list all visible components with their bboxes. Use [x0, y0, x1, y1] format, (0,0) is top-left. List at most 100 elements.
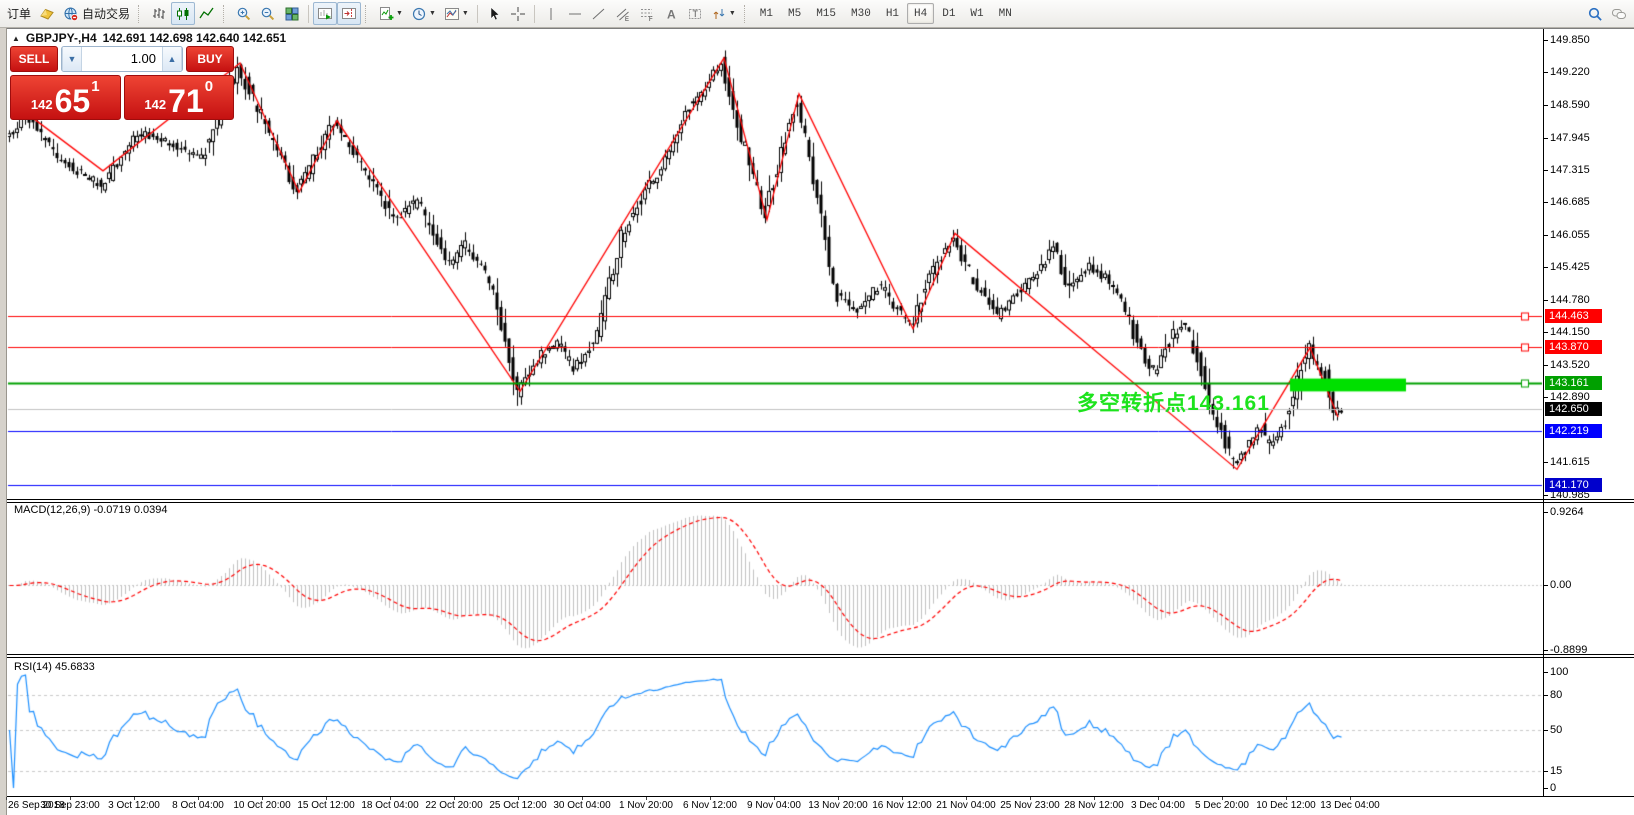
tab-timeframe-d1[interactable]: D1	[935, 3, 962, 24]
cursor-icon	[486, 6, 502, 22]
buy-price-point: 0	[205, 78, 213, 95]
time-tick-mark	[134, 797, 135, 800]
time-tick-mark	[326, 797, 327, 800]
zoom-in-button[interactable]	[232, 2, 256, 25]
candlestick-icon	[175, 6, 191, 22]
volume-control: ▼ 1.00 ▲	[61, 46, 183, 72]
price-tick-label: 146.055	[1550, 228, 1590, 242]
clock-icon	[411, 6, 427, 22]
chat-button[interactable]	[1607, 2, 1631, 25]
time-tick-label: 30 Oct 04:00	[553, 800, 610, 811]
indicators-button[interactable]: ▼	[374, 2, 407, 25]
toolbar-separator	[477, 5, 478, 23]
line-chart-button[interactable]	[195, 2, 219, 25]
rsi-tick-label: 15	[1550, 764, 1562, 778]
tile-windows-icon	[284, 6, 300, 22]
fibonacci-button[interactable]: F	[635, 2, 659, 25]
buy-price-button[interactable]: 142710	[124, 75, 235, 120]
volume-increase-button[interactable]: ▲	[162, 47, 182, 71]
buy-button[interactable]: BUY	[186, 46, 234, 72]
tab-timeframe-mn[interactable]: MN	[992, 3, 1019, 24]
symbol-period-label: GBPJPY-,H4	[26, 31, 97, 45]
horizontal-line-button[interactable]	[563, 2, 587, 25]
search-button[interactable]	[1583, 2, 1607, 25]
channel-icon: E	[615, 6, 631, 22]
cursor-button[interactable]	[482, 2, 506, 25]
mql-market-button[interactable]	[35, 2, 59, 25]
time-tick-mark	[1350, 797, 1351, 800]
time-tick-label: 28 Nov 12:00	[1064, 800, 1124, 811]
time-tick-mark	[1094, 797, 1095, 800]
ohlc-values: 142.691 142.698 142.640 142.651	[103, 31, 287, 45]
trendline-icon	[591, 6, 607, 22]
price-level-badge: 143.870	[1545, 340, 1602, 354]
time-tick-label: 8 Oct 04:00	[172, 800, 224, 811]
tab-timeframe-m15[interactable]: M15	[809, 3, 843, 24]
price-level-badge: 144.463	[1545, 309, 1602, 323]
price-tick-label: 147.945	[1550, 131, 1590, 145]
autotrading-button[interactable]: 自动交易	[59, 2, 134, 25]
chevron-down-icon: ▼	[462, 10, 469, 17]
vertical-line-button[interactable]	[539, 2, 563, 25]
tab-timeframe-m1[interactable]: M1	[753, 3, 780, 24]
tab-timeframe-w1[interactable]: W1	[963, 3, 990, 24]
price-axis[interactable]: 149.850149.220148.590147.945147.315146.6…	[1543, 29, 1634, 796]
time-tick-label: 5 Dec 20:00	[1195, 800, 1249, 811]
tab-timeframe-m30[interactable]: M30	[844, 3, 878, 24]
time-tick-label: 3 Dec 04:00	[1131, 800, 1185, 811]
sell-price-big-figure: 142	[31, 97, 53, 112]
sell-button[interactable]: SELL	[10, 46, 58, 72]
price-tick-label: 149.850	[1550, 33, 1590, 47]
auto-scroll-button[interactable]	[313, 2, 337, 25]
arrows-tool-icon	[711, 6, 727, 22]
toolbar-grip	[138, 5, 144, 23]
svg-text:F: F	[649, 17, 653, 22]
time-tick-mark	[1030, 797, 1031, 800]
toolbar-grip	[365, 5, 371, 23]
time-tick-mark	[582, 797, 583, 800]
vertical-line-icon	[543, 6, 559, 22]
sell-price-button[interactable]: 142651	[10, 75, 121, 120]
time-tick-label: 22 Oct 20:00	[425, 800, 482, 811]
tab-timeframe-m5[interactable]: M5	[781, 3, 808, 24]
sell-price-pips: 65	[55, 88, 91, 115]
equidistant-channel-button[interactable]: E	[611, 2, 635, 25]
sell-price-point: 1	[91, 78, 99, 95]
macd-label: MACD(12,26,9) -0.0719 0.0394	[14, 504, 167, 516]
pane-separator[interactable]	[7, 654, 1634, 658]
periods-button[interactable]: ▼	[407, 2, 440, 25]
time-tick-mark	[70, 797, 71, 800]
chart-shift-button[interactable]	[337, 2, 361, 25]
tab-timeframe-h4[interactable]: H4	[907, 3, 934, 24]
arrows-tool-button[interactable]: ▼	[707, 2, 740, 25]
pivot-annotation: 多空转折点143.161	[1077, 387, 1270, 417]
magnifier-plus-icon	[236, 6, 252, 22]
time-tick-mark	[262, 797, 263, 800]
text-label-button[interactable]: T	[683, 2, 707, 25]
crosshair-button[interactable]	[506, 2, 530, 25]
svg-text:A: A	[667, 7, 676, 21]
time-tick-label: 3 Oct 12:00	[108, 800, 160, 811]
volume-decrease-button[interactable]: ▼	[62, 47, 82, 71]
trendline-button[interactable]	[587, 2, 611, 25]
tile-windows-button[interactable]	[280, 2, 304, 25]
time-tick-label: 6 Nov 12:00	[683, 800, 737, 811]
templates-button[interactable]: ▼	[440, 2, 473, 25]
volume-input[interactable]: 1.00	[82, 47, 162, 71]
new-order-label: 订单	[7, 5, 31, 22]
price-chart-canvas[interactable]	[7, 0, 1543, 815]
rsi-label: RSI(14) 45.6833	[14, 661, 95, 673]
gold-icon	[39, 6, 55, 22]
pane-separator[interactable]	[7, 499, 1634, 503]
text-tool-button[interactable]: A	[659, 2, 683, 25]
collapse-panel-icon[interactable]: ▲	[12, 34, 20, 43]
time-tick-mark	[710, 797, 711, 800]
tab-timeframe-h1[interactable]: H1	[879, 3, 906, 24]
new-order-button[interactable]: 订单	[3, 2, 35, 25]
time-tick-mark	[774, 797, 775, 800]
zoom-out-button[interactable]	[256, 2, 280, 25]
candlestick-chart-button[interactable]	[171, 2, 195, 25]
time-tick-label: 30 Sep 23:00	[40, 800, 100, 811]
bar-chart-button[interactable]	[147, 2, 171, 25]
time-axis[interactable]: 26 Sep 201830 Sep 23:003 Oct 12:008 Oct …	[7, 797, 1543, 815]
